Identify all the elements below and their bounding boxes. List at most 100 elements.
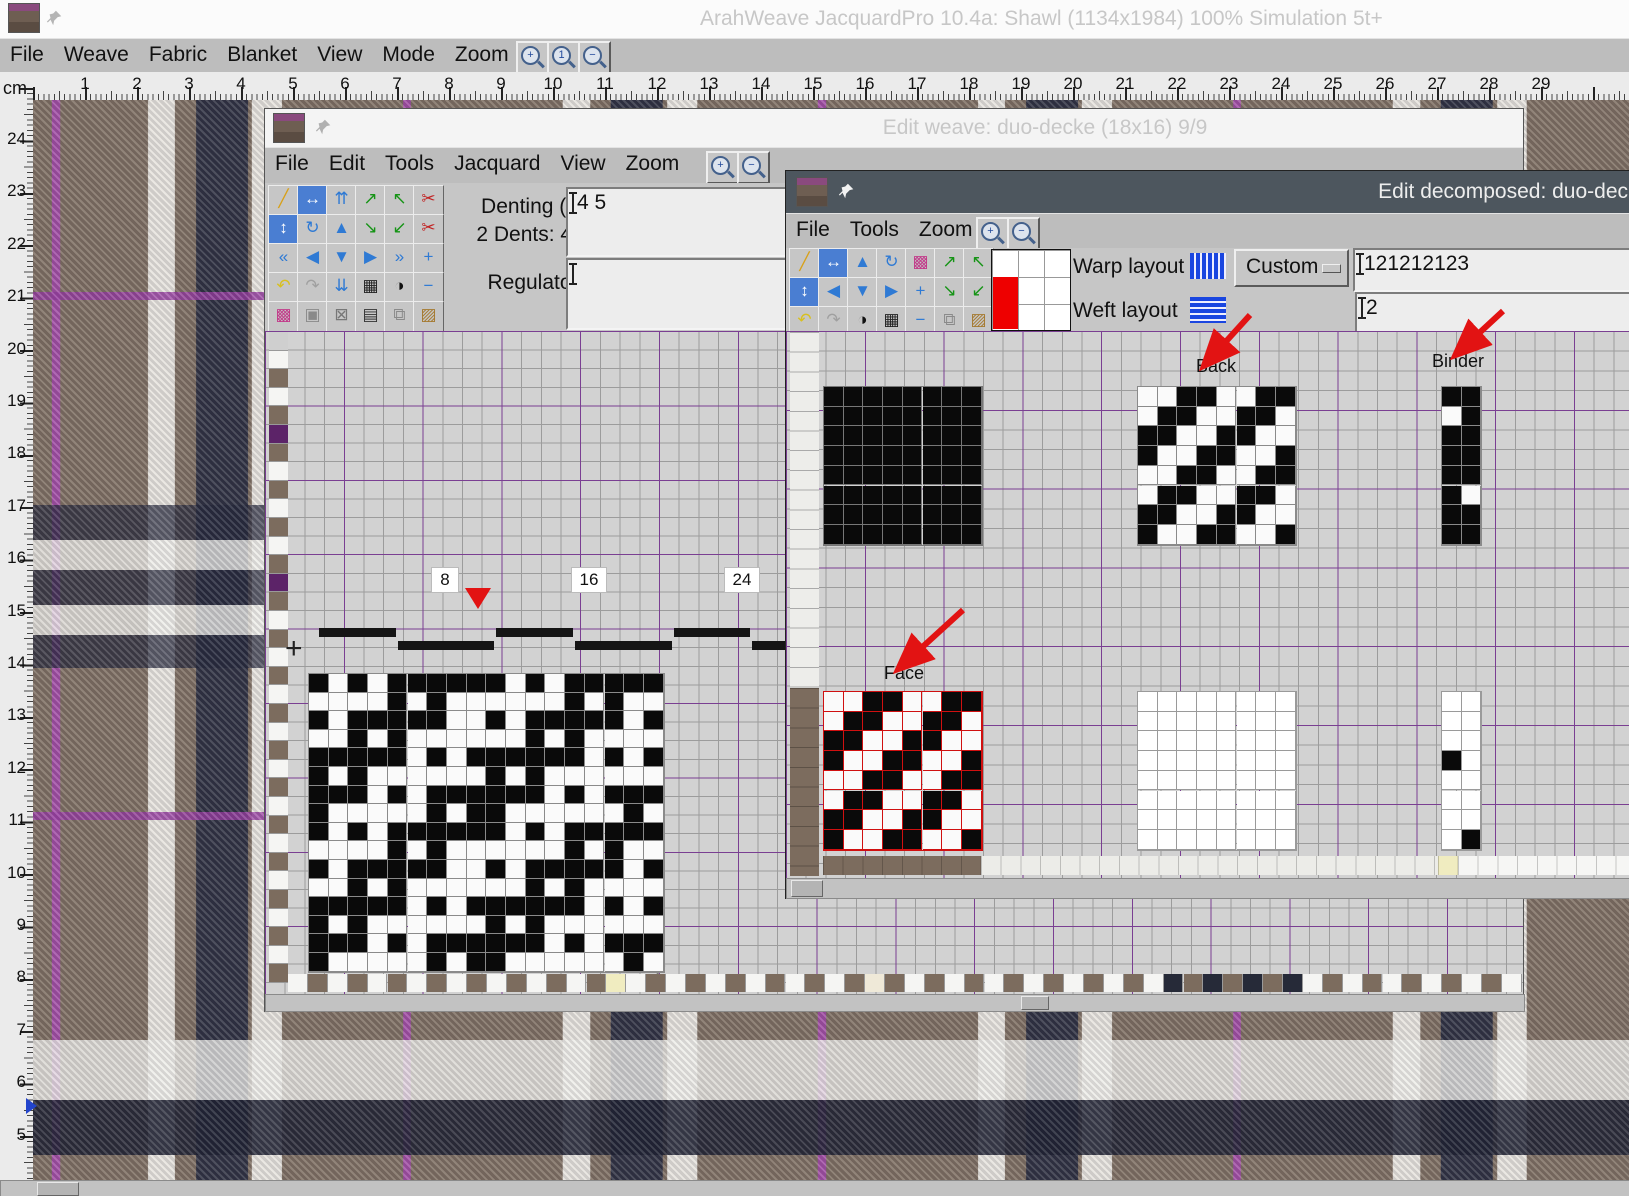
weave-cell[interactable] [844, 407, 864, 427]
weave-cell[interactable] [329, 860, 349, 879]
weave-cell[interactable] [923, 751, 943, 771]
weave-cell[interactable] [427, 730, 447, 749]
weft-color-cell[interactable] [467, 974, 487, 992]
menu-file[interactable]: File [265, 148, 319, 180]
weave-cell[interactable] [427, 897, 447, 916]
weave-cell[interactable] [1237, 771, 1257, 791]
weave-cell[interactable] [624, 879, 644, 898]
weave-cell[interactable] [1237, 731, 1257, 751]
weave-cell[interactable] [427, 748, 447, 767]
warp-color-cell[interactable] [269, 499, 288, 518]
weave-cell[interactable] [962, 466, 982, 486]
weave-cell[interactable] [844, 712, 864, 732]
weave-cell[interactable] [309, 674, 329, 693]
weave-cell[interactable] [962, 525, 982, 545]
scrollbar-thumb[interactable] [1021, 996, 1049, 1010]
weave-cell[interactable] [883, 486, 903, 506]
weave-cell[interactable] [545, 693, 565, 712]
weave-cell[interactable] [1217, 731, 1237, 751]
weave-cell[interactable] [368, 730, 388, 749]
weave-cell[interactable] [844, 446, 864, 466]
weave-cell[interactable] [565, 934, 585, 953]
weave-cell[interactable] [368, 804, 388, 823]
weave-cell[interactable] [388, 730, 408, 749]
weave-cell[interactable] [388, 748, 408, 767]
menu-fabric[interactable]: Fabric [139, 39, 217, 71]
menu-zoom[interactable]: Zoom [445, 39, 519, 71]
weave-cell[interactable] [329, 786, 349, 805]
weave-cell[interactable] [565, 823, 585, 842]
weave-cell[interactable] [844, 426, 864, 446]
weave-cell[interactable] [1197, 692, 1217, 712]
weave-cell[interactable] [348, 767, 368, 786]
weave-cell[interactable] [447, 823, 467, 842]
weave-cell[interactable] [526, 748, 546, 767]
weave-cell[interactable] [863, 791, 883, 811]
weave-cell[interactable] [309, 934, 329, 953]
warp-color-cell[interactable] [269, 834, 288, 853]
weave-cell[interactable] [1442, 731, 1462, 751]
weave-cell[interactable] [408, 730, 428, 749]
weave-cell[interactable] [1138, 751, 1158, 771]
invert-icon[interactable]: ◑ [384, 272, 415, 303]
weave-cell[interactable] [408, 823, 428, 842]
weave-cell[interactable] [585, 823, 605, 842]
weave-cell[interactable] [942, 791, 962, 811]
weave-cell[interactable] [1462, 751, 1482, 771]
weave-cell[interactable] [1276, 830, 1296, 850]
warp-color-cell[interactable] [269, 444, 288, 463]
weave-cell[interactable] [408, 693, 428, 712]
weave-cell[interactable] [1276, 712, 1296, 732]
weave-cell[interactable] [824, 466, 844, 486]
weft-color-cell[interactable] [587, 974, 607, 992]
weave-cell[interactable] [348, 730, 368, 749]
weft-color-cell[interactable] [1283, 974, 1303, 992]
weave-cell[interactable] [1217, 771, 1237, 791]
weft-color-cell[interactable] [845, 974, 865, 992]
weave-cell[interactable] [903, 692, 923, 712]
weave-cell[interactable] [844, 466, 864, 486]
weave-cell[interactable] [942, 731, 962, 751]
weft-color-cell[interactable] [925, 974, 945, 992]
weave-cell[interactable] [605, 879, 625, 898]
weave-cell[interactable] [1138, 810, 1158, 830]
weave-cell[interactable] [408, 953, 428, 972]
weave-cell[interactable] [824, 387, 844, 407]
menu-jacquard[interactable]: Jacquard [444, 148, 550, 180]
weave-cell[interactable] [903, 751, 923, 771]
weft-color-cell[interactable] [646, 974, 666, 992]
weave-cell[interactable] [942, 407, 962, 427]
weave-cell[interactable] [824, 771, 844, 791]
weave-cell[interactable] [1138, 387, 1158, 407]
weave-cell[interactable] [447, 934, 467, 953]
weave-cell[interactable] [585, 786, 605, 805]
weave-cell[interactable] [624, 748, 644, 767]
weave-cell[interactable] [565, 711, 585, 730]
weave-cell[interactable] [1138, 791, 1158, 811]
weave-cell[interactable] [585, 804, 605, 823]
weave-cell[interactable] [585, 767, 605, 786]
weave-cell[interactable] [408, 916, 428, 935]
weave-cell[interactable] [1237, 426, 1257, 446]
weft-color-cell[interactable] [1263, 974, 1283, 992]
weave-cell[interactable] [962, 771, 982, 791]
weave-cell[interactable] [1197, 791, 1217, 811]
weave-cell[interactable] [506, 711, 526, 730]
weft-color-cell[interactable] [447, 974, 467, 992]
weft-layout-input[interactable]: 2 [1355, 292, 1629, 334]
weave-cell[interactable] [1177, 525, 1197, 545]
weave-cell[interactable] [486, 953, 506, 972]
weave-cell[interactable] [844, 751, 864, 771]
weave-cell[interactable] [1217, 505, 1237, 525]
weave-cell[interactable] [644, 860, 664, 879]
color-preview-grid[interactable] [991, 249, 1071, 331]
weave-cell[interactable] [368, 953, 388, 972]
weave-cell[interactable] [1442, 830, 1462, 850]
weave-cell[interactable] [942, 505, 962, 525]
weave-cell[interactable] [329, 916, 349, 935]
weave-cell[interactable] [1177, 791, 1197, 811]
weft-color-cell[interactable] [1343, 974, 1363, 992]
weave-cell[interactable] [486, 711, 506, 730]
weave-cell[interactable] [1158, 426, 1178, 446]
weave-cell[interactable] [644, 748, 664, 767]
